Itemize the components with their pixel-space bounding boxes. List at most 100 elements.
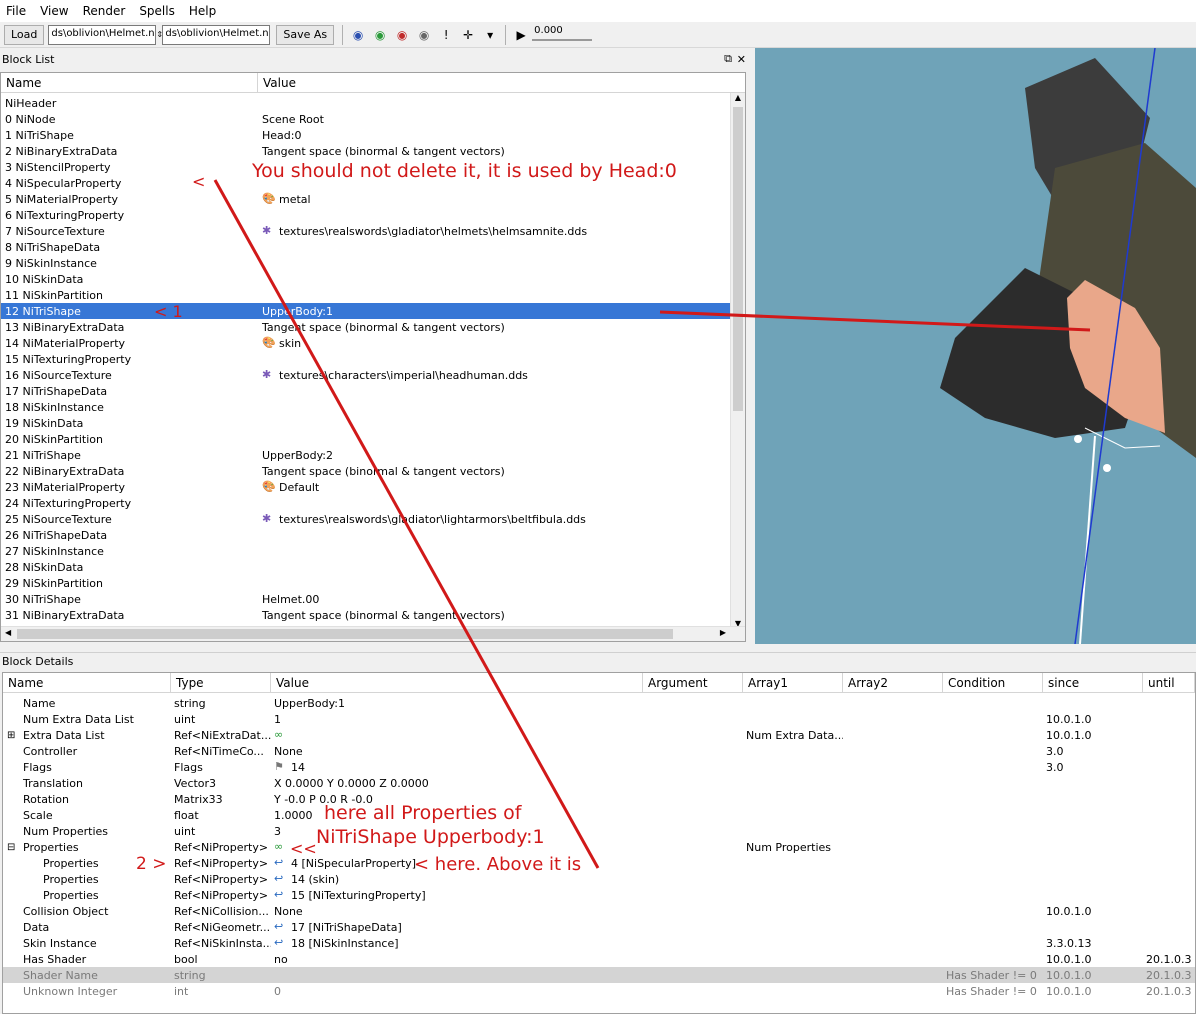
detail-name-text: Flags [23, 760, 52, 774]
block-row[interactable]: 31 NiBinaryExtraData Tangent space (binor… [1, 607, 745, 623]
time-slider[interactable]: 0.000 [532, 25, 593, 45]
block-list-vscroll[interactable]: ▲ ▼ [730, 93, 745, 628]
block-row[interactable]: 8 NiTriShapeData [1, 239, 745, 255]
block-row[interactable]: 26 NiTriShapeData [1, 527, 745, 543]
block-value: Tangent space (binormal & tangent vector… [258, 465, 505, 478]
block-row[interactable]: 25 NiSourceTexture ✱ textures\realswords\g… [1, 511, 745, 527]
block-list-tree[interactable]: Name Value NiHeader 0 NiNode Scene Root 1 N… [0, 72, 746, 642]
block-name: 8 NiTriShapeData [5, 240, 101, 254]
detail-row[interactable]: Unknown Integer int 0 Has Shader != 0 10.0.1… [3, 983, 1195, 999]
undock-icon[interactable]: ⧉ [724, 52, 732, 66]
block-row[interactable]: 19 NiSkinData [1, 415, 745, 431]
detail-row[interactable]: Data Ref<NiGeometr... ↩ 17 [NiTriShapeData] [3, 919, 1195, 935]
expand-icon[interactable]: ⊞ [7, 730, 15, 741]
block-value: ✱ textures\realswords\gladiator\lightarmo… [258, 513, 586, 526]
block-row[interactable]: 5 NiMaterialProperty 🎨 metal [1, 191, 745, 207]
block-row[interactable]: 10 NiSkinData [1, 271, 745, 287]
axes-icon[interactable]: ✛ [457, 25, 479, 45]
col-array2-header[interactable]: Array2 [843, 673, 943, 692]
view-eye-blue-icon[interactable]: ◉ [347, 25, 369, 45]
collapse-icon[interactable]: ⊟ [7, 842, 15, 853]
block-row[interactable]: 20 NiSkinPartition [1, 431, 745, 447]
menu-help[interactable]: Help [189, 4, 216, 18]
block-row[interactable]: 28 NiSkinData [1, 559, 745, 575]
block-row[interactable]: 12 NiTriShape UpperBody:1 [1, 303, 745, 319]
detail-until: 20.1.0.3 [1143, 985, 1195, 998]
close-icon[interactable]: ✕ [737, 53, 746, 66]
block-row[interactable]: 22 NiBinaryExtraData Tangent space (binor… [1, 463, 745, 479]
detail-type: Vector3 [171, 777, 271, 790]
detail-row[interactable]: Scale float 1.0000 [3, 807, 1195, 823]
detail-row[interactable]: Properties Ref<NiProperty> ↩ 14 (skin) [3, 871, 1195, 887]
save-path-input[interactable]: ds\oblivion\Helmet.nif [162, 24, 271, 45]
block-row[interactable]: 13 NiBinaryExtraData Tangent space (binor… [1, 319, 745, 335]
menu-render[interactable]: Render [83, 4, 126, 18]
detail-row[interactable]: Collision Object Ref<NiCollision... None 10… [3, 903, 1195, 919]
col-until-header[interactable]: until [1143, 673, 1195, 692]
col-value-header[interactable]: Value [271, 673, 643, 692]
block-row[interactable]: 7 NiSourceTexture ✱ textures\realswords\gl… [1, 223, 745, 239]
detail-row[interactable]: ⊞ Extra Data List Ref<NiExtraDat... ∞ Num Ex… [3, 727, 1195, 743]
detail-row[interactable]: Has Shader bool no 10.0.1.0 20.1.0.3 [3, 951, 1195, 967]
detail-row[interactable]: Shader Name string Has Shader != 0 10.0.1.0… [3, 967, 1195, 983]
detail-name-text: Collision Object [23, 904, 109, 918]
block-row[interactable]: 11 NiSkinPartition [1, 287, 745, 303]
play-icon[interactable]: ▶ [510, 25, 532, 45]
menu-spells[interactable]: Spells [139, 4, 175, 18]
dropdown-icon[interactable]: ▾ [479, 25, 501, 45]
detail-type: Ref<NiExtraDat... [171, 729, 271, 742]
block-details-table[interactable]: Name Type Value Argument Array1 Array2 Conditi… [2, 672, 1196, 1014]
block-row[interactable]: 6 NiTexturingProperty [1, 207, 745, 223]
block-row[interactable]: 21 NiTriShape UpperBody:2 [1, 447, 745, 463]
detail-row[interactable]: Properties Ref<NiProperty> ↩ 15 [NiTexturin… [3, 887, 1195, 903]
col-name-header[interactable]: Name [3, 673, 171, 692]
block-row[interactable]: 29 NiSkinPartition [1, 575, 745, 591]
detail-since: 3.0 [1043, 745, 1143, 758]
load-path-input[interactable]: ds\oblivion\Helmet.nif [48, 24, 157, 45]
col-name-header[interactable]: Name [1, 73, 258, 92]
col-since-header[interactable]: since [1043, 673, 1143, 692]
col-type-header[interactable]: Type [171, 673, 271, 692]
view-eye-green-icon[interactable]: ◉ [369, 25, 391, 45]
detail-row[interactable]: Translation Vector3 X 0.0000 Y 0.0000 Z 0.… [3, 775, 1195, 791]
menu-file[interactable]: File [6, 4, 26, 18]
block-row[interactable]: 1 NiTriShape Head:0 [1, 127, 745, 143]
view-eye-red-icon[interactable]: ◉ [391, 25, 413, 45]
detail-row[interactable]: Num Properties uint 3 [3, 823, 1195, 839]
block-row[interactable]: NiHeader [1, 95, 745, 111]
block-row[interactable]: 0 NiNode Scene Root [1, 111, 745, 127]
block-row[interactable]: 18 NiSkinInstance [1, 399, 745, 415]
view-eye-grey-icon[interactable]: ◉ [413, 25, 435, 45]
block-row[interactable]: 23 NiMaterialProperty 🎨 Default [1, 479, 745, 495]
col-condition-header[interactable]: Condition [943, 673, 1043, 692]
detail-row[interactable]: Skin Instance Ref<NiSkinInsta... ↩ 18 [NiSk… [3, 935, 1195, 951]
block-row[interactable]: 16 NiSourceTexture ✱ textures\characters\i… [1, 367, 745, 383]
detail-row[interactable]: Name string UpperBody:1 [3, 695, 1195, 711]
block-list-hscroll[interactable]: ◀ ▶ [1, 626, 745, 641]
detail-row[interactable]: Rotation Matrix33 Y -0.0 P 0.0 R -0.0 [3, 791, 1195, 807]
detail-type: Ref<NiProperty> [171, 873, 271, 886]
block-row[interactable]: 15 NiTexturingProperty [1, 351, 745, 367]
detail-row[interactable]: Num Extra Data List uint 1 10.0.1.0 [3, 711, 1195, 727]
detail-row[interactable]: Properties Ref<NiProperty> ↩ 4 [NiSpecularP… [3, 855, 1195, 871]
detail-row[interactable]: Controller Ref<NiTimeCo... None 3.0 [3, 743, 1195, 759]
block-row[interactable]: 2 NiBinaryExtraData Tangent space (binorm… [1, 143, 745, 159]
block-row[interactable]: 14 NiMaterialProperty 🎨 skin [1, 335, 745, 351]
block-row[interactable]: 9 NiSkinInstance [1, 255, 745, 271]
menu-view[interactable]: View [40, 4, 68, 18]
render-viewport[interactable] [755, 48, 1196, 644]
block-row[interactable]: 17 NiTriShapeData [1, 383, 745, 399]
load-button[interactable]: Load [4, 24, 45, 45]
detail-type: Ref<NiProperty> [171, 857, 271, 870]
detail-row[interactable]: ⊟ Properties Ref<NiProperty> ∞ Num Propertie… [3, 839, 1195, 855]
col-value-header[interactable]: Value [258, 73, 732, 92]
block-row[interactable]: 30 NiTriShape Helmet.00 [1, 591, 745, 607]
col-array1-header[interactable]: Array1 [743, 673, 843, 692]
col-argument-header[interactable]: Argument [643, 673, 743, 692]
annotation-props-line1: here all Properties of [324, 802, 522, 824]
detail-row[interactable]: Flags Flags ⚑ 14 3.0 [3, 759, 1195, 775]
save-as-button[interactable]: Save As [276, 24, 335, 45]
lights-icon[interactable]: ! [435, 25, 457, 45]
block-row[interactable]: 27 NiSkinInstance [1, 543, 745, 559]
block-row[interactable]: 24 NiTexturingProperty [1, 495, 745, 511]
